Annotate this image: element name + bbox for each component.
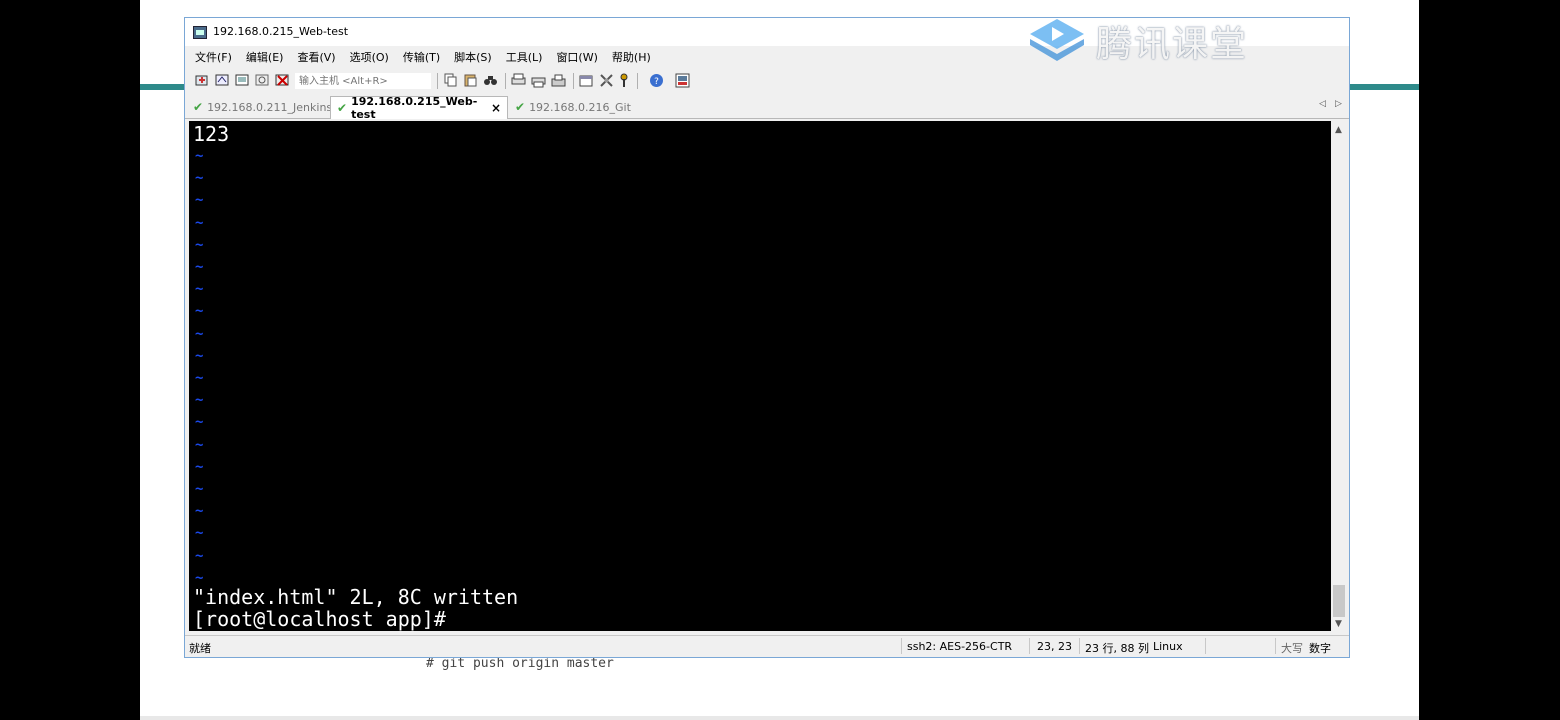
toolbar-separator: [437, 73, 438, 89]
scrollbar-thumb[interactable]: [1333, 585, 1345, 617]
status-size: 23 行, 88 列: [1085, 642, 1149, 655]
slide-note-text: # git push origin master: [426, 656, 614, 671]
menu-view[interactable]: 查看(V): [297, 48, 335, 68]
print-icon[interactable]: [511, 73, 526, 88]
menu-help[interactable]: 帮助(H): [612, 48, 651, 68]
tab-jenkins[interactable]: ✔ 192.168.0.211_Jenkins: [187, 96, 332, 118]
key-icon[interactable]: [617, 73, 632, 88]
menu-transfer[interactable]: 传输(T): [403, 48, 440, 68]
toolbar: ?: [185, 70, 1349, 92]
connected-check-icon: ✔: [515, 100, 526, 114]
tencent-classroom-watermark: 腾讯课堂: [1028, 14, 1248, 68]
vim-tilde: ~: [195, 458, 204, 475]
tab-close-icon[interactable]: ×: [491, 101, 501, 115]
vim-tilde: ~: [195, 170, 204, 187]
connected-check-icon: ✔: [337, 101, 348, 115]
tab-scroll-right-icon[interactable]: ▷: [1335, 99, 1342, 109]
status-separator: [1029, 638, 1030, 654]
vim-tilde: ~: [195, 347, 204, 364]
toolbar-separator: [505, 73, 506, 89]
status-os: Linux: [1153, 640, 1183, 653]
terminal-screen[interactable]: 123 ~ ~ ~ ~ ~ ~ ~ ~ ~ ~ ~ ~ ~ ~ ~ ~ ~ ~ ~ ~ "index.html" 2L…: [189, 121, 1331, 631]
vim-tilde: ~: [195, 325, 204, 342]
status-cipher: ssh2: AES-256-CTR: [907, 640, 1013, 653]
scroll-down-icon[interactable]: ▼: [1335, 619, 1342, 629]
terminal-message: "index.html" 2L, 8C written: [193, 585, 519, 609]
tab-scroll-left-icon[interactable]: ◁: [1319, 99, 1326, 109]
vertical-scrollbar[interactable]: ▲ ▼: [1331, 121, 1347, 631]
global-options-icon[interactable]: [599, 73, 614, 88]
securecrt-window: 192.168.0.215_Web-test 文件(F) 编辑(E) 查看(V)…: [184, 17, 1350, 658]
play-logo-icon: [1028, 17, 1086, 65]
connect-tab-icon[interactable]: [235, 73, 250, 88]
vim-tilde: ~: [195, 392, 204, 409]
vim-tilde: ~: [195, 303, 204, 320]
session-options-icon[interactable]: [579, 73, 594, 88]
host-input[interactable]: [295, 73, 431, 89]
window-title: 192.168.0.215_Web-test: [213, 25, 349, 38]
session-tab-bar: ✔ 192.168.0.211_Jenkins ✔ 192.168.0.215_…: [185, 95, 1349, 121]
vim-tilde: ~: [195, 214, 204, 231]
menu-window[interactable]: 窗口(W): [556, 48, 597, 68]
print-selection-icon[interactable]: [531, 73, 546, 88]
vim-tilde: ~: [195, 569, 204, 586]
tab-label: 192.168.0.211_Jenkins: [207, 100, 333, 114]
app-icon: [193, 26, 207, 39]
slide-bottom-divider: [140, 716, 1419, 720]
connect-icon[interactable]: [195, 73, 210, 88]
status-separator: [1275, 638, 1276, 654]
tab-git[interactable]: ✔ 192.168.0.216_Git: [509, 96, 631, 118]
paste-icon[interactable]: [463, 73, 478, 88]
menu-script[interactable]: 脚本(S): [454, 48, 492, 68]
watermark-text: 腾讯课堂: [1096, 24, 1249, 65]
tab-label: 192.168.0.215_Web-test: [351, 95, 478, 121]
menu-file[interactable]: 文件(F): [195, 48, 232, 68]
terminal-prompt: [root@localhost app]#: [193, 607, 446, 631]
disconnect-icon[interactable]: [275, 73, 290, 88]
vim-tilde: ~: [195, 414, 204, 431]
status-num: 数字: [1309, 642, 1331, 655]
toolbar-separator: [573, 73, 574, 89]
help-icon[interactable]: ?: [649, 73, 664, 88]
sftp-icon[interactable]: [675, 73, 690, 88]
status-separator: [1205, 638, 1206, 654]
scroll-up-icon[interactable]: ▲: [1335, 125, 1342, 135]
connected-check-icon: ✔: [193, 100, 204, 114]
status-ready: 就绪: [189, 642, 211, 655]
copy-icon[interactable]: [443, 73, 458, 88]
status-separator: [1079, 638, 1080, 654]
printer-icon[interactable]: [551, 73, 566, 88]
status-caps: 大写: [1281, 642, 1303, 655]
find-icon[interactable]: [483, 73, 498, 88]
menu-edit[interactable]: 编辑(E): [246, 48, 284, 68]
vim-tilde: ~: [195, 236, 204, 253]
menu-options[interactable]: 选项(O): [350, 48, 389, 68]
toolbar-separator: [637, 73, 638, 89]
svg-text:?: ?: [654, 77, 659, 87]
terminal-line: 123: [193, 122, 230, 146]
reconnect-icon[interactable]: [255, 73, 270, 88]
status-cursor: 23, 23: [1037, 640, 1072, 653]
menu-tools[interactable]: 工具(L): [506, 48, 543, 68]
vim-tilde: ~: [195, 148, 204, 164]
quick-connect-icon[interactable]: [215, 73, 230, 88]
vim-tilde: ~: [195, 503, 204, 520]
vim-tilde: ~: [195, 281, 204, 298]
tab-web-test[interactable]: ✔ 192.168.0.215_Web-test ×: [330, 95, 508, 121]
vim-tilde: ~: [195, 547, 204, 564]
vim-tilde: ~: [195, 436, 204, 453]
vim-tilde: ~: [195, 259, 204, 275]
vim-tilde: ~: [195, 370, 204, 386]
vim-tilde: ~: [195, 481, 204, 497]
tab-label: 192.168.0.216_Git: [529, 100, 631, 114]
vim-tilde: ~: [195, 525, 204, 542]
vim-tilde: ~: [195, 192, 204, 209]
status-bar: 就绪 ssh2: AES-256-CTR 23, 23 23 行, 88 列 L…: [185, 635, 1349, 657]
status-separator: [901, 638, 902, 654]
